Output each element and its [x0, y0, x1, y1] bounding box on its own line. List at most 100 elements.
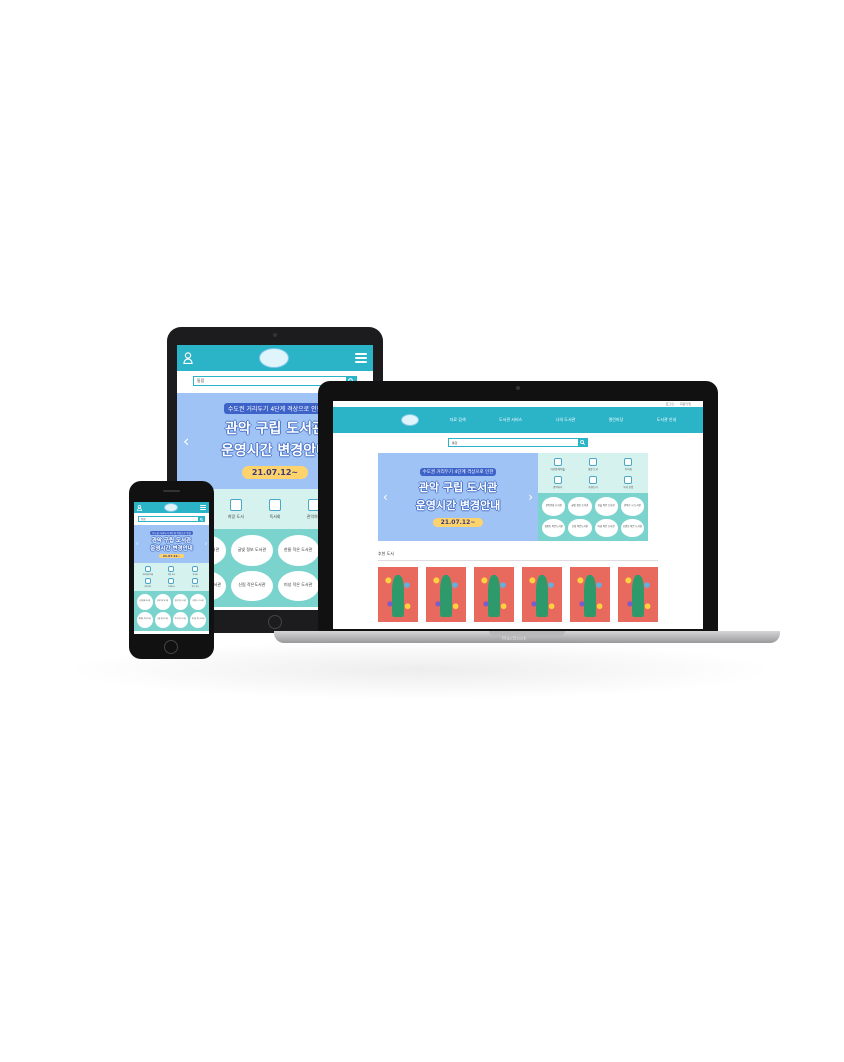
search-scope-select[interactable]: 통합 [139, 517, 148, 521]
quick-item[interactable]: 추천도서 [160, 577, 184, 589]
quick-item[interactable]: 독서회 [183, 565, 207, 577]
quick-item-label: 자료검색/대출 [142, 574, 154, 576]
menu-icon[interactable] [355, 353, 367, 363]
quick-item[interactable]: 독서회 [260, 498, 290, 520]
book-cover[interactable] [426, 567, 466, 622]
search-button[interactable] [198, 517, 204, 521]
library-link[interactable]: 조원동 작은 도서관 [620, 518, 644, 537]
menu-icon[interactable] [200, 505, 206, 510]
quick-item-label: 희망 도서 [167, 574, 176, 576]
library-link[interactable]: 미성 작은 도서관 [277, 570, 319, 601]
quick-item[interactable]: 독서 모임 [183, 577, 207, 589]
library-link[interactable]: 한울 작은 도서관 [277, 535, 319, 566]
library-link[interactable]: 청룡동 작은도서관 [542, 518, 566, 537]
site-logo[interactable] [259, 348, 289, 368]
laptop-base [274, 631, 780, 643]
banner-title-line2: 운영시간 변경안내 [221, 443, 329, 459]
banner-prev-arrow[interactable]: ‹ [136, 541, 138, 548]
quick-item-label: 관악하다 [144, 586, 152, 588]
reading-club-icon [624, 457, 633, 466]
search-scope-select[interactable]: 통합 [194, 378, 208, 384]
search-scope-select[interactable]: 통합 [449, 441, 463, 445]
book-request-icon [229, 498, 242, 511]
quick-item-label: 독서 모임 [191, 586, 199, 588]
banner-date: 21.07.12~ [158, 553, 185, 558]
desktop-side-panel: 자료검색/대출 희망 도서 독서회 관악하다 추천도서 독서 모임 관악문화 도… [538, 453, 648, 541]
recommend-title: 추천 도서 [378, 551, 658, 561]
book-cover[interactable] [522, 567, 562, 622]
search-doc-icon [553, 457, 562, 466]
site-logo[interactable] [164, 503, 178, 512]
quick-item[interactable]: 자료검색/대출 [540, 455, 575, 473]
library-link[interactable]: 청룡동 작은도서관 [137, 612, 153, 628]
nav-item[interactable]: 자료 검색 [450, 417, 466, 423]
book-cover[interactable] [570, 567, 610, 622]
nav-item[interactable]: 도서관 서비스 [499, 417, 522, 423]
search-icon [199, 517, 203, 521]
site-logo[interactable] [401, 414, 419, 426]
search-button[interactable] [578, 439, 587, 446]
nav-item[interactable]: 나의 도서관 [556, 417, 576, 423]
desktop-quick-menu: 자료검색/대출 희망 도서 독서회 관악하다 추천도서 독서 모임 [538, 453, 648, 493]
book-request-icon [168, 566, 175, 572]
phone-library-list: 관악문화 도서관 글빛 정보 도서관 한울 작은 도서관 관악산 시 도서관 청… [134, 591, 209, 631]
device-mockup-stage: 통합 수도권 거리두기 4단계 격상으로 인한 관악 구립 도서관 운영시간 변… [0, 0, 844, 1062]
library-link[interactable]: 신림 작은도서관 [231, 570, 273, 601]
library-link[interactable]: 글빛 정보 도서관 [231, 535, 273, 566]
banner-next-arrow[interactable]: › [205, 541, 207, 548]
signup-link[interactable]: 회원가입 [680, 402, 691, 406]
library-link[interactable]: 관악문화 도서관 [542, 497, 566, 516]
quick-item-label: 독서회 [192, 574, 198, 576]
library-link[interactable]: 관악산 시 도서관 [190, 594, 206, 610]
search-bar[interactable]: 통합 [448, 438, 588, 447]
phone-header [134, 502, 209, 513]
library-link[interactable]: 조원동 작은 도서관 [190, 612, 206, 628]
quick-item[interactable]: 관악하다 [136, 577, 160, 589]
quick-item[interactable]: 독서회 [611, 455, 646, 473]
recommend-books [378, 567, 658, 622]
nav-item[interactable]: 열린마당 [609, 417, 624, 423]
library-link[interactable]: 관악산 시 도서관 [620, 497, 644, 516]
tablet-header [177, 345, 373, 371]
banner-date: 21.07.12~ [432, 517, 484, 527]
banner-next-arrow[interactable]: › [528, 490, 533, 504]
group-icon [192, 578, 199, 584]
phone-search-area: 통합 [134, 513, 209, 525]
quick-item[interactable]: 독서 모임 [611, 473, 646, 491]
library-link[interactable]: 한울 작은 도서관 [594, 497, 618, 516]
library-link[interactable]: 글빛 정보 도서관 [154, 594, 171, 610]
quick-item-label: 관악하다 [553, 485, 563, 489]
banner-title-line2: 운영시간 변경안내 [415, 498, 501, 512]
tablet-home-button [268, 615, 282, 629]
library-link[interactable]: 신림 작은도서관 [154, 612, 171, 628]
library-link[interactable]: 글빛 정보 도서관 [568, 497, 592, 516]
quick-item-label: 독서회 [624, 467, 632, 471]
quick-item[interactable]: 희망 도서 [221, 498, 251, 520]
banner-notice: 수도권 거리두기 4단계 격상으로 인한 [419, 467, 497, 476]
phone-home-button [164, 640, 178, 654]
quick-item-label: 추천도서 [588, 485, 598, 489]
user-icon[interactable] [137, 504, 142, 511]
quick-item[interactable]: 희망 도서 [160, 565, 184, 577]
laptop-brand-label: MacBook [502, 636, 527, 642]
banner-prev-arrow[interactable]: ‹ [183, 432, 189, 451]
library-link[interactable]: 관악문화 도서관 [137, 594, 153, 610]
quick-item[interactable]: 추천도서 [575, 473, 610, 491]
quick-item[interactable]: 희망 도서 [575, 455, 610, 473]
user-icon[interactable] [183, 352, 193, 364]
library-link[interactable]: 미성 작은 도서관 [594, 518, 618, 537]
search-bar[interactable]: 통합 [138, 516, 205, 522]
banner-prev-arrow[interactable]: ‹ [383, 490, 388, 504]
book-cover[interactable] [474, 567, 514, 622]
book-cover[interactable] [378, 567, 418, 622]
login-link[interactable]: 로그인 [666, 402, 674, 406]
library-link[interactable]: 한울 작은 도서관 [172, 594, 189, 610]
banner-date: 21.07.12~ [241, 466, 309, 479]
desktop-search-area: 통합 [333, 433, 703, 453]
quick-item[interactable]: 관악하다 [540, 473, 575, 491]
library-link[interactable]: 미성 작은 도서관 [172, 612, 189, 628]
library-link[interactable]: 신림 작은도서관 [568, 518, 592, 537]
book-cover[interactable] [618, 567, 658, 622]
nav-item[interactable]: 도서관 안내 [657, 417, 677, 423]
quick-item[interactable]: 자료검색/대출 [136, 565, 160, 577]
